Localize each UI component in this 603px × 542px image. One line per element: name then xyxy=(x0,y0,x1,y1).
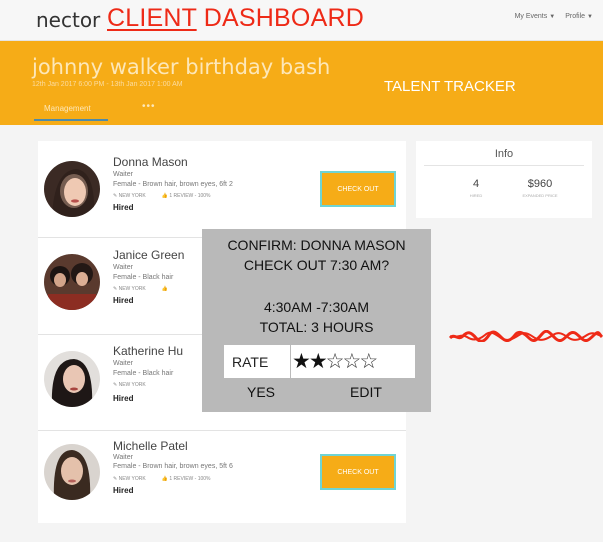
brand-logo[interactable]: nector xyxy=(36,8,100,32)
check-out-button[interactable]: CHECK OUT xyxy=(320,171,396,207)
top-nav: My Events ▼ Profile ▼ xyxy=(515,13,593,20)
price-value: $960 xyxy=(527,178,553,190)
star-filled-icon[interactable]: ★ xyxy=(292,350,311,373)
my-events-label: My Events xyxy=(514,13,548,20)
divider xyxy=(424,165,584,166)
event-dates: 12th Jan 2017 6:00 PM - 13th Jan 2017 1:… xyxy=(32,81,183,88)
price-label: EXPANDED PRICE xyxy=(522,193,558,198)
talent-name: Michelle Patel xyxy=(113,439,188,453)
star-rating[interactable]: ★★☆☆☆ xyxy=(292,350,378,373)
talent-role: Waiter xyxy=(113,264,133,271)
talent-name: Donna Mason xyxy=(113,155,188,169)
event-title: johnny walker birthday bash xyxy=(32,55,331,79)
talent-meta: ✎ NEW YORK 👍 1 REVIEW - 100% xyxy=(113,193,211,199)
talent-description: Female - Black hair xyxy=(113,370,174,377)
status-badge: Hired xyxy=(113,486,134,495)
location-label: NEW YORK xyxy=(118,193,146,199)
location-label: NEW YORK xyxy=(118,382,146,388)
dialog-range-line: 4:30AM -7:30AM xyxy=(263,299,370,315)
talent-tracker-annotation: TALENT TRACKER xyxy=(384,78,516,95)
talent-row[interactable]: Michelle Patel Waiter Female - Brown hai… xyxy=(38,430,406,527)
confirm-checkout-dialog: CONFIRM: DONNA MASON CHECK OUT 7:30 AM? … xyxy=(202,229,431,412)
talent-role: Waiter xyxy=(113,360,133,367)
my-events-menu[interactable]: My Events ▼ xyxy=(515,13,556,20)
reviews-item: 👍 1 REVIEW - 100% xyxy=(162,193,211,199)
profile-label: Profile xyxy=(565,13,586,20)
talent-name: Katherine Hu xyxy=(113,344,184,358)
dialog-confirm-line: CONFIRM: DONNA MASON xyxy=(227,237,406,253)
yes-button[interactable]: YES xyxy=(247,384,275,400)
event-banner: johnny walker birthday bash 12th Jan 201… xyxy=(0,41,603,125)
edit-button[interactable]: EDIT xyxy=(350,384,382,400)
talent-description: Female - Brown hair, brown eyes, 6ft 2 xyxy=(113,181,233,188)
avatar xyxy=(44,254,100,310)
status-badge: Hired xyxy=(113,203,134,212)
dialog-total-line: TOTAL: 3 HOURS xyxy=(259,319,374,335)
reviews-label: 1 REVIEW - 100% xyxy=(169,476,211,482)
red-scribble xyxy=(449,330,603,342)
chevron-down-icon: ▼ xyxy=(587,14,593,20)
talent-row[interactable]: Donna Mason Waiter Female - Brown hair, … xyxy=(38,141,406,238)
tab-management[interactable]: Management xyxy=(44,104,91,113)
info-title: Info xyxy=(494,148,514,160)
avatar xyxy=(44,351,100,407)
annotation-dashboard-word: DASHBOARD xyxy=(196,4,364,32)
check-out-button[interactable]: CHECK OUT xyxy=(320,454,396,490)
top-bar: nector CLIENT DASHBOARD My Events ▼ Profi… xyxy=(0,0,603,41)
page-annotation-title: CLIENT DASHBOARD xyxy=(107,4,364,33)
talent-description: Female - Brown hair, brown eyes, 5ft 6 xyxy=(113,463,233,470)
location-item: ✎ NEW YORK xyxy=(113,476,146,482)
talent-meta: ✎ NEW YORK xyxy=(113,382,146,388)
dialog-time-line: CHECK OUT 7:30 AM? xyxy=(243,257,390,273)
location-label: NEW YORK xyxy=(118,286,146,292)
rating-control: RATE ★★☆☆☆ xyxy=(224,345,415,378)
talent-description: Female - Black hair xyxy=(113,274,174,281)
divider xyxy=(290,345,291,378)
location-label: NEW YORK xyxy=(118,476,146,482)
hired-count: 4 xyxy=(472,178,480,190)
status-badge: Hired xyxy=(113,296,134,305)
profile-menu[interactable]: Profile ▼ xyxy=(565,13,593,20)
avatar xyxy=(44,444,100,500)
avatar xyxy=(44,161,100,217)
location-item: ✎ NEW YORK xyxy=(113,382,146,388)
active-tab-indicator xyxy=(34,119,108,121)
talent-role: Waiter xyxy=(113,454,133,461)
star-empty-icon[interactable]: ☆ xyxy=(326,350,345,373)
talent-meta: ✎ NEW YORK 👍 1 REVIEW - 100% xyxy=(113,476,211,482)
star-empty-icon[interactable]: ☆ xyxy=(359,350,378,373)
status-badge: Hired xyxy=(113,394,134,403)
reviews-item: 👍 1 REVIEW - 100% xyxy=(162,476,211,482)
reviews-label: 1 REVIEW - 100% xyxy=(169,193,211,199)
star-empty-icon[interactable]: ☆ xyxy=(342,350,361,373)
location-item: ✎ NEW YORK xyxy=(113,286,146,292)
talent-role: Waiter xyxy=(113,171,133,178)
rate-label: RATE xyxy=(232,354,269,370)
thumbs-up-icon: 👍 xyxy=(161,286,168,292)
tab-more[interactable]: ••• xyxy=(142,101,156,112)
chevron-down-icon: ▼ xyxy=(549,14,556,20)
hired-label: HIRED xyxy=(469,193,483,198)
star-filled-icon[interactable]: ★ xyxy=(309,350,328,373)
talent-name: Janice Green xyxy=(113,248,185,262)
location-item: ✎ NEW YORK xyxy=(113,193,146,199)
talent-meta: ✎ NEW YORK 👍 xyxy=(113,286,168,292)
annotation-client-word: CLIENT xyxy=(107,4,197,32)
info-panel: Info 4 HIRED $960 EXPANDED PRICE xyxy=(416,141,592,218)
